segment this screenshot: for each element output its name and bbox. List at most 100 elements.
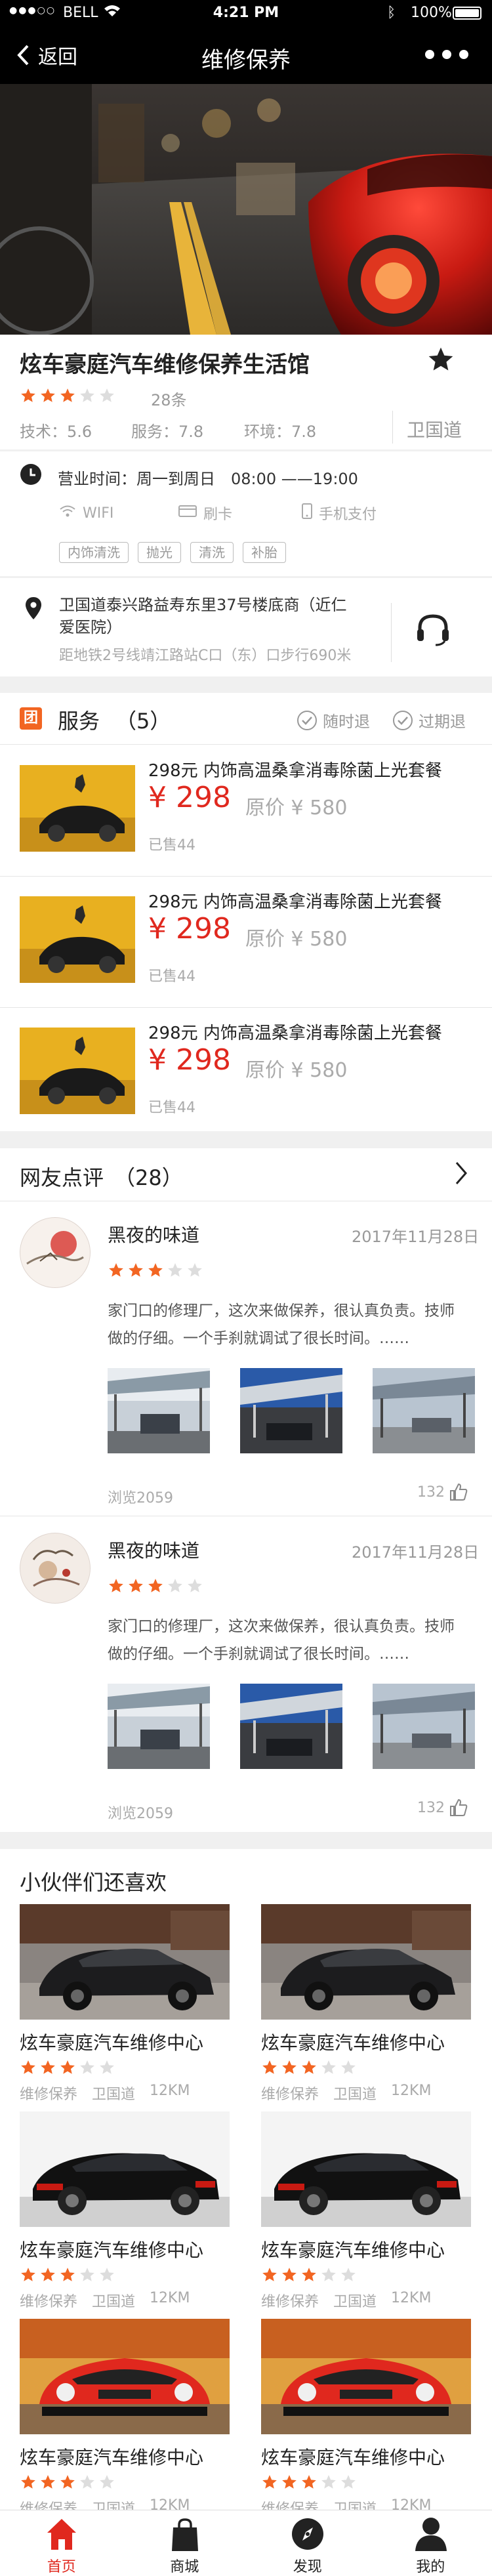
like-count: 132: [417, 1484, 445, 1501]
divider: [0, 744, 492, 745]
recommend-rating: [20, 2266, 118, 2286]
review-photos: [108, 1368, 475, 1453]
facility-card: 刷卡: [203, 503, 302, 524]
recommend-card[interactable]: 炫车豪庭汽车维修中心 维修保养 卫国道 12KM: [20, 1904, 231, 2101]
shop-name: 炫车豪庭汽车维修保养生活馆: [20, 346, 310, 379]
refund-anytime-label: 随时退: [323, 709, 370, 732]
star-icon: [98, 2059, 115, 2076]
star-icon: [320, 2474, 337, 2491]
review-photo[interactable]: [373, 1684, 475, 1769]
bluetooth-icon: ᛒ: [387, 5, 396, 21]
review-photo[interactable]: [240, 1684, 342, 1769]
reviewer-name: 黑夜的味道: [108, 1537, 199, 1563]
review-photo[interactable]: [373, 1368, 475, 1453]
service-sold: 已售44: [148, 965, 195, 986]
refund-badge: 随时退: [297, 709, 370, 732]
star-icon: [127, 1577, 144, 1594]
service-thumbnail: [20, 896, 135, 983]
check-circle-icon: [392, 710, 413, 731]
customer-service-button[interactable]: [415, 612, 451, 649]
recommend-section: 小伙伴们还喜欢 炫车豪庭汽车维修中心 维修保养 卫国道 12KM 炫车豪庭汽车维…: [0, 1849, 492, 2510]
star-icon: [281, 2266, 298, 2283]
recommend-card[interactable]: 炫车豪庭汽车维修中心 维修保养 卫国道 12KM: [261, 2319, 472, 2516]
recommend-card[interactable]: 炫车豪庭汽车维修中心 维修保养 卫国道 12KM: [261, 2111, 472, 2308]
home-icon: [45, 2517, 78, 2552]
recommend-card[interactable]: 炫车豪庭汽车维修中心 维修保养 卫国道 12KM: [20, 2111, 231, 2308]
recommend-meta: 维修保养 卫国道 12KM: [20, 2083, 190, 2104]
tab-bar: 首页 商城 发现 我的: [0, 2510, 492, 2576]
service-name: 298元 内饰高温桑拿消毒除菌上光套餐: [148, 1020, 442, 1044]
check-circle-icon: [297, 710, 318, 731]
star-icon: [59, 2474, 76, 2491]
recommend-card[interactable]: 炫车豪庭汽车维修中心 维修保养 卫国道 12KM: [261, 1904, 472, 2101]
tab-label: 我的: [369, 2555, 492, 2576]
like-button[interactable]: 132: [417, 1798, 468, 1818]
avatar[interactable]: [20, 1533, 91, 1604]
recommend-rating: [261, 2474, 359, 2493]
tab-discover[interactable]: 发现: [246, 2510, 369, 2576]
recommend-category: 维修保养: [261, 2083, 319, 2104]
recommend-category: 维修保养: [20, 2083, 77, 2104]
status-bar: ●●●○○ BELL 4:21 PM ᛒ 100%: [0, 0, 492, 26]
service-item[interactable]: 298元 内饰高温桑拿消毒除菌上光套餐 ¥ 298 原价 ¥ 580 已售44: [0, 877, 492, 1008]
star-icon: [261, 2266, 278, 2283]
star-icon: [59, 2059, 76, 2076]
recommend-thumbnail: [20, 2319, 230, 2434]
compass-icon: [291, 2517, 325, 2551]
recommend-card[interactable]: 炫车豪庭汽车维修中心 维修保养 卫国道 12KM: [20, 2319, 231, 2516]
recommend-name: 炫车豪庭汽车维修中心: [20, 2029, 203, 2055]
avatar[interactable]: [20, 1217, 91, 1288]
favorite-star-icon[interactable]: [426, 345, 455, 377]
service-name: 298元 内饰高温桑拿消毒除菌上光套餐: [148, 757, 442, 781]
recommend-distance: 12KM: [150, 2083, 190, 2104]
star-icon: [20, 2474, 37, 2491]
tab-me[interactable]: 我的: [369, 2510, 492, 2576]
star-icon: [186, 1262, 203, 1279]
star-icon: [147, 1577, 164, 1594]
star-icon: [108, 1577, 125, 1594]
service-original-price: 原价 ¥ 580: [245, 1054, 347, 1083]
recommend-meta: 维修保养 卫国道 12KM: [261, 2083, 431, 2104]
address-card: 卫国道泰兴路益寿东里37号楼底商（近仁 爱医院） 距地铁2号线靖江路站C口（东）…: [0, 578, 492, 676]
group-buy-icon: 团: [20, 707, 42, 730]
like-button[interactable]: 132: [417, 1482, 468, 1502]
tab-mall[interactable]: 商城: [123, 2510, 247, 2576]
clock-icon: [20, 463, 42, 488]
review-views: 浏览2059: [108, 1802, 173, 1823]
phone-icon: [302, 503, 312, 523]
recommend-meta: 维修保养 卫国道 12KM: [261, 2290, 431, 2311]
recommend-rating: [20, 2474, 118, 2493]
star-icon: [167, 1262, 184, 1279]
review-text-line: 家门口的修理厂，这次来做保养，很认真负责。技师: [108, 1613, 475, 1640]
service-item[interactable]: 298元 内饰高温桑拿消毒除菌上光套餐 ¥ 298 原价 ¥ 580 已售44: [0, 745, 492, 877]
chevron-right-icon: [454, 1160, 468, 1189]
subway-distance: 距地铁2号线靖江路站C口（东）口步行690米: [59, 644, 351, 665]
recommend-thumbnail: [261, 2319, 471, 2434]
recommend-rating: [261, 2266, 359, 2286]
star-icon: [108, 1262, 125, 1279]
recommend-distance: 12KM: [391, 2290, 431, 2311]
recommend-name: 炫车豪庭汽车维修中心: [261, 2029, 445, 2055]
review-photo[interactable]: [240, 1368, 342, 1453]
star-icon: [167, 1577, 184, 1594]
review-item: 黑夜的味道 2017年11月28日 家门口的修理厂，这次来做保养，很认真负责。技…: [0, 1201, 492, 1516]
reviews-header[interactable]: 网友点评 （28）: [0, 1148, 492, 1201]
star-icon: [340, 2266, 357, 2283]
shop-address[interactable]: 卫国道泰兴路益寿东里37号楼底商（近仁 爱医院）: [59, 594, 387, 638]
services-section: 团 服务 （5） 随时退 过期退 298元 内饰高温桑拿消毒除菌上光套餐 ¥ 2…: [0, 693, 492, 1131]
review-photo[interactable]: [108, 1368, 210, 1453]
star-icon: [98, 387, 115, 404]
more-button[interactable]: [425, 50, 468, 59]
review-date: 2017年11月28日: [352, 1539, 479, 1562]
headset-icon: [415, 612, 451, 646]
review-photo[interactable]: [108, 1684, 210, 1769]
review-text-line: 家门口的修理厂，这次来做保养，很认真负责。技师: [108, 1297, 475, 1325]
service-item[interactable]: 298元 内饰高温桑拿消毒除菌上光套餐 ¥ 298 原价 ¥ 580 已售44: [0, 1008, 492, 1131]
tab-label: 发现: [246, 2555, 369, 2576]
star-icon: [281, 2059, 298, 2076]
tab-label: 首页: [0, 2555, 123, 2576]
more-dot-icon: [459, 50, 468, 59]
tab-home[interactable]: 首页: [0, 2510, 123, 2576]
star-icon: [300, 2266, 318, 2283]
service-tag: 补胎: [243, 542, 286, 563]
